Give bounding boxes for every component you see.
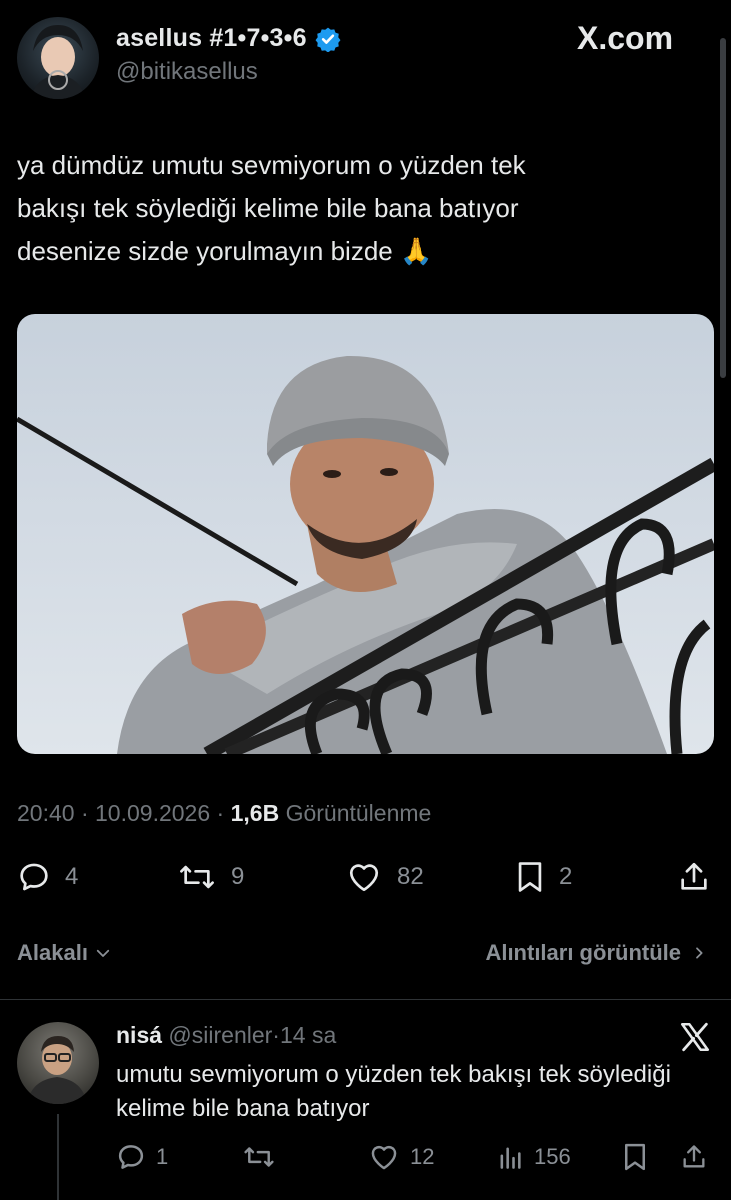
thread-line xyxy=(57,1114,59,1200)
post-actions: 4 9 82 2 xyxy=(17,856,714,900)
like-icon xyxy=(368,1142,400,1172)
reply-reply-button[interactable]: 1 xyxy=(116,1142,168,1172)
view-quotes-label: Alıntıları görüntüle xyxy=(485,940,681,965)
view-quotes-link[interactable]: Alıntıları görüntüle xyxy=(485,940,707,966)
author-name-row: asellus #1•7•3•6 xyxy=(116,24,341,53)
divider xyxy=(0,999,731,1000)
sort-label: Alakalı xyxy=(17,940,88,965)
reply-icon xyxy=(17,860,51,894)
meta-separator: · xyxy=(80,800,96,826)
x-logo-icon xyxy=(678,1020,712,1054)
reply-author-avatar[interactable] xyxy=(17,1022,99,1104)
reply-button[interactable]: 4 xyxy=(17,860,78,894)
chevron-down-icon xyxy=(94,944,112,962)
post-meta: 20:40 · 10.09.2026 · 1,6B Görüntülenme xyxy=(17,800,431,827)
reply-like-count: 12 xyxy=(410,1144,435,1169)
author-display-name[interactable]: asellus #1•7•3•6 xyxy=(116,24,307,53)
verified-badge-icon xyxy=(315,26,341,52)
reply-author-handle[interactable]: @siirenler xyxy=(168,1022,272,1048)
share-icon xyxy=(680,1142,708,1172)
reply-header: nisá @siirenler·14 sa xyxy=(116,1022,336,1049)
bookmark-icon xyxy=(515,860,545,894)
like-count: 82 xyxy=(397,863,424,890)
post-time: 20:40 xyxy=(17,800,75,826)
reply-text: umutu sevmiyorum o yüzden tek bakışı tek… xyxy=(116,1061,671,1122)
post-image[interactable] xyxy=(17,314,714,754)
chevron-right-icon xyxy=(691,944,707,962)
share-icon xyxy=(677,860,711,894)
reply-time[interactable]: 14 sa xyxy=(280,1022,336,1048)
like-button[interactable]: 82 xyxy=(345,860,424,894)
scrollbar[interactable] xyxy=(720,38,726,378)
repost-icon xyxy=(242,1142,276,1172)
views-count: 1,6B xyxy=(230,800,280,826)
meta-separator: · xyxy=(216,800,231,826)
share-button[interactable] xyxy=(677,860,711,894)
bookmark-button[interactable]: 2 xyxy=(515,860,572,894)
repost-icon xyxy=(177,860,217,894)
bookmark-icon xyxy=(622,1142,648,1172)
reply-author-name[interactable]: nisá xyxy=(116,1022,162,1048)
views-icon xyxy=(496,1142,524,1172)
repost-button[interactable]: 9 xyxy=(177,860,244,894)
reply-reply-count: 1 xyxy=(156,1144,169,1169)
reply-bookmark-button[interactable] xyxy=(622,1142,648,1172)
post-text: ya dümdüz umutu sevmiyorum o yüzden tek … xyxy=(17,150,526,266)
author-handle[interactable]: @bitikasellus xyxy=(116,58,258,86)
reply-share-button[interactable] xyxy=(680,1142,708,1172)
reply-actions: 1 12 156 xyxy=(116,1142,711,1178)
bookmark-count: 2 xyxy=(559,863,573,890)
repost-count: 9 xyxy=(231,863,245,890)
reply-repost-button[interactable] xyxy=(242,1142,276,1172)
reply-views-count: 156 xyxy=(534,1144,571,1169)
post-date: 10.09.2026 xyxy=(95,800,211,826)
reply-views-button[interactable]: 156 xyxy=(496,1142,571,1172)
site-logo: X.com xyxy=(577,20,674,56)
sort-dropdown[interactable]: Alakalı xyxy=(17,940,112,966)
author-avatar[interactable] xyxy=(17,17,99,99)
views-label[interactable]: Görüntülenme xyxy=(286,800,432,826)
reply-count: 4 xyxy=(65,863,79,890)
reply-like-button[interactable]: 12 xyxy=(368,1142,434,1172)
reply-separator: · xyxy=(272,1022,280,1048)
reply-icon xyxy=(116,1142,146,1172)
like-icon xyxy=(345,860,383,894)
